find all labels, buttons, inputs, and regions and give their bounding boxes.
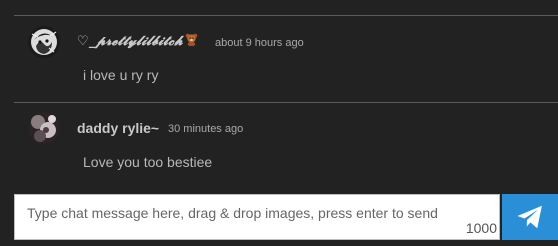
message-username[interactable]: ♡_𝓹𝓻𝓮𝓽𝓽𝔂𝓵𝓲𝓵𝓫𝓲𝓽𝓬𝓱 — [77, 33, 198, 49]
send-button[interactable] — [502, 194, 558, 240]
chat-panel: ♡_𝓹𝓻𝓮𝓽𝓽𝔂𝓵𝓲𝓵𝓫𝓲𝓽𝓬𝓱 about 9 hours ago i lov… — [0, 0, 558, 246]
message-timestamp: about 9 hours ago — [215, 37, 304, 49]
paper-plane-icon — [517, 205, 542, 229]
message-timestamp: 30 minutes ago — [168, 123, 244, 135]
message-text: i love u ry ry — [83, 67, 159, 83]
message-text: Love you too bestiee — [83, 154, 213, 170]
character-count: 1000 — [465, 220, 497, 236]
teddy-bear-icon — [185, 33, 198, 46]
divider — [14, 102, 558, 103]
message-username[interactable]: daddy rylie~ — [77, 120, 159, 136]
divider — [14, 15, 558, 16]
chat-input-container: 1000 — [14, 194, 500, 240]
avatar[interactable] — [28, 112, 60, 144]
chat-message-input[interactable] — [15, 195, 499, 239]
avatar[interactable] — [28, 26, 60, 58]
